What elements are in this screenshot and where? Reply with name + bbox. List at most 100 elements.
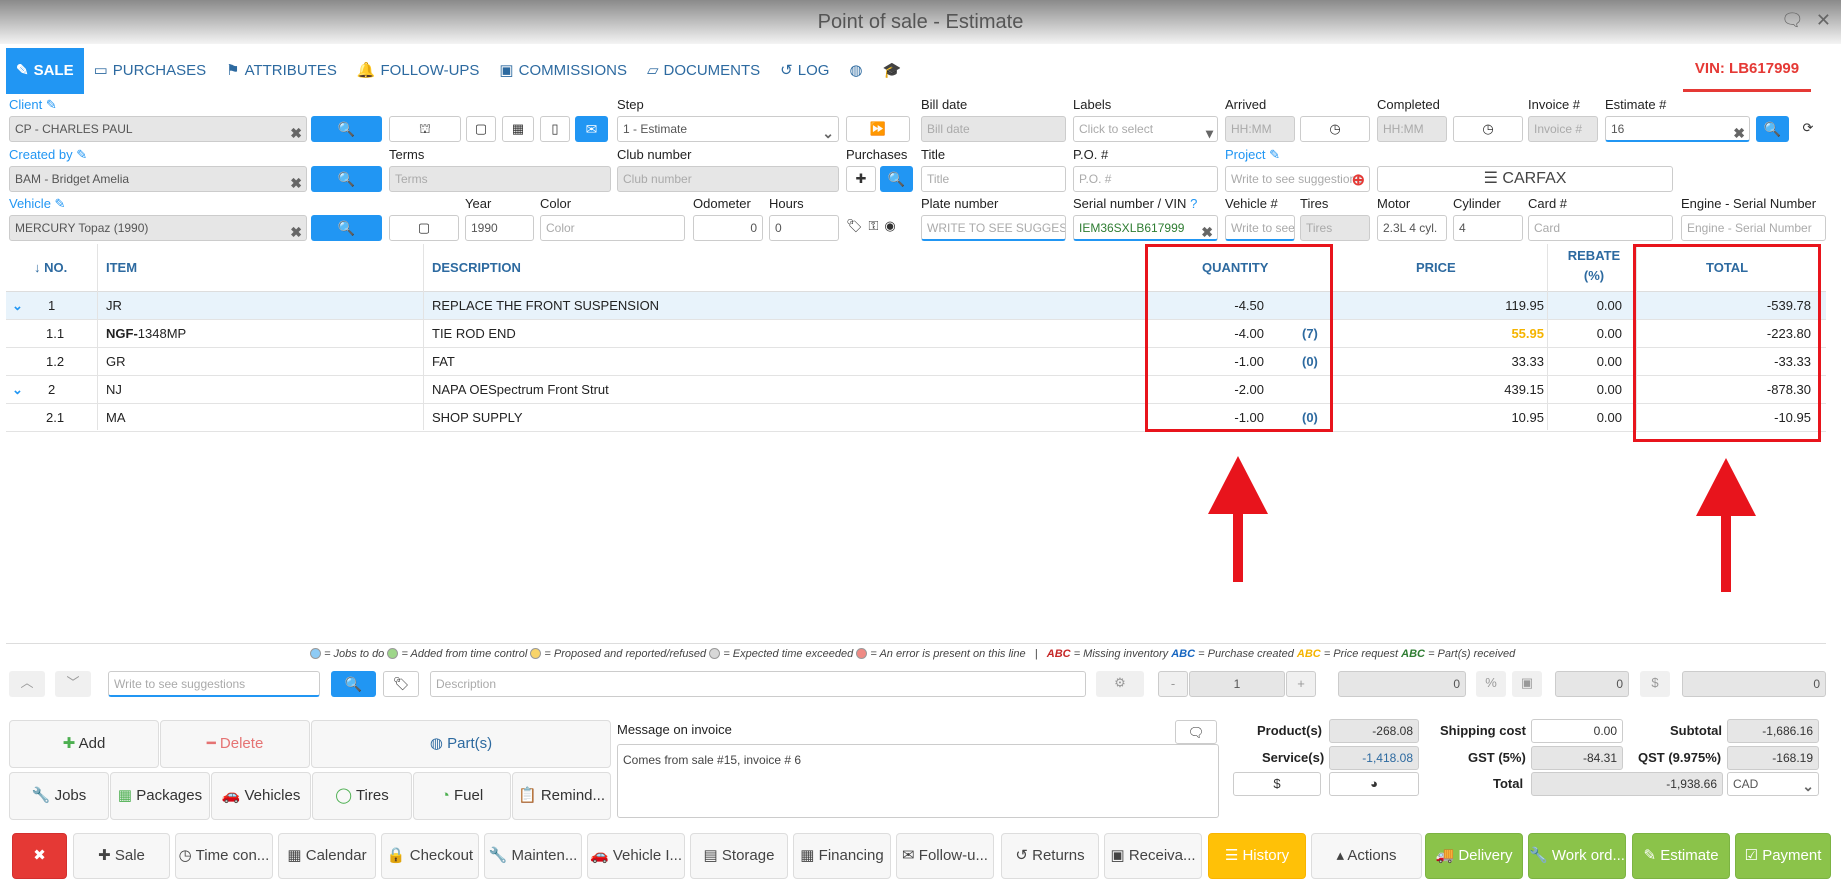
vehicles-button[interactable]: 🚗 Vehicles bbox=[211, 772, 311, 820]
eye-icon[interactable]: ◉ bbox=[884, 218, 895, 234]
sale-button[interactable]: ✚ Sale bbox=[73, 833, 170, 879]
binoculars-button[interactable]: ⛫ bbox=[389, 116, 461, 142]
estimate-button[interactable]: ✎ Estimate bbox=[1632, 833, 1730, 879]
packages-button[interactable]: ▦ Packages bbox=[110, 772, 210, 820]
client-search-button[interactable]: 🔍 bbox=[311, 116, 382, 142]
work-order-button[interactable]: 🔧 Work ord... bbox=[1528, 833, 1626, 879]
financing-button[interactable]: ▦ Financing bbox=[793, 833, 891, 879]
settings-button[interactable]: ⚙ bbox=[1096, 671, 1144, 697]
tab-attributes[interactable]: ⚑ ATTRIBUTES bbox=[216, 48, 347, 94]
clear-icon[interactable]: ✖ bbox=[290, 121, 302, 141]
created-by-label[interactable]: Created by ✎ bbox=[9, 147, 87, 163]
client-input[interactable]: CP - CHARLES PAUL ✖ bbox=[9, 116, 307, 142]
close-icon[interactable]: ✕ bbox=[1816, 10, 1831, 31]
money-button[interactable]: ▣ bbox=[1512, 671, 1542, 697]
plate-input[interactable]: WRITE TO SEE SUGGESTIONS bbox=[921, 215, 1066, 241]
vehicle-number-input[interactable]: Write to see bbox=[1225, 215, 1295, 241]
col-rebate[interactable]: REBATE (%) bbox=[1564, 248, 1624, 283]
tag-icon[interactable]: 🏷 bbox=[846, 218, 863, 234]
tab-follow-ups[interactable]: 🔔 FOLLOW-UPS bbox=[347, 48, 490, 94]
percent-button[interactable]: % bbox=[1476, 671, 1506, 697]
tab-documents[interactable]: ▱ DOCUMENTS bbox=[637, 48, 770, 94]
tires-button[interactable]: ◯ Tires bbox=[312, 772, 412, 820]
chevron-down-icon[interactable]: ⌄ bbox=[12, 298, 23, 314]
col-no[interactable]: ↓ NO. bbox=[34, 260, 67, 275]
tires-input[interactable]: Tires bbox=[1300, 215, 1370, 241]
vehicle-info-button[interactable]: 🚗 Vehicle I... bbox=[587, 833, 685, 879]
bill-date-input[interactable]: Bill date bbox=[921, 116, 1066, 142]
chat-icon[interactable]: 🗨 bbox=[1781, 10, 1804, 31]
dollar-button[interactable]: $ bbox=[1233, 772, 1321, 796]
delivery-button[interactable]: 🚚 Delivery bbox=[1425, 833, 1523, 879]
dollar-button[interactable]: $ bbox=[1640, 671, 1670, 697]
calendar-button[interactable]: ▦ Calendar bbox=[278, 833, 376, 879]
item-search-button[interactable]: 🔍 bbox=[331, 671, 376, 697]
col-price[interactable]: PRICE bbox=[1416, 260, 1456, 275]
clear-icon[interactable]: ✖ bbox=[290, 171, 302, 191]
clear-icon[interactable]: ✖ bbox=[1733, 121, 1745, 140]
estimate-input[interactable]: 16 ✖ bbox=[1605, 116, 1750, 142]
vehicle-search-button[interactable]: 🔍 bbox=[311, 215, 382, 241]
col-item[interactable]: ITEM bbox=[106, 260, 137, 275]
add-circle-icon[interactable]: ⊕ bbox=[1352, 169, 1365, 191]
email-button[interactable]: ✉ bbox=[575, 116, 608, 142]
labels-select[interactable]: Click to select ▾ bbox=[1073, 116, 1218, 142]
key-icon[interactable]: ⚿ bbox=[869, 218, 879, 234]
price-input[interactable]: 0 bbox=[1338, 671, 1466, 697]
step-select[interactable]: 1 - Estimate ⌄ bbox=[617, 116, 839, 142]
clear-icon[interactable]: ✖ bbox=[1201, 220, 1213, 239]
purchases-add-button[interactable]: ✚ bbox=[846, 166, 876, 192]
payment-button[interactable]: ☑ Payment bbox=[1735, 833, 1831, 879]
arrived-clock-button[interactable]: ◷ bbox=[1300, 116, 1370, 142]
delete-button[interactable]: ━ Delete bbox=[160, 720, 310, 768]
actions-button[interactable]: ▴ Actions bbox=[1311, 833, 1422, 879]
returns-button[interactable]: ↺ Returns bbox=[1001, 833, 1099, 879]
calendar-button[interactable]: ▦ bbox=[502, 116, 534, 142]
year-input[interactable]: 1990 bbox=[465, 215, 534, 241]
refresh-button[interactable]: ⟳ bbox=[1794, 116, 1822, 142]
cylinder-input[interactable]: 4 bbox=[1453, 215, 1523, 241]
title-input[interactable]: Title bbox=[921, 166, 1066, 192]
reminders-button[interactable]: 📋 Remind... bbox=[512, 772, 611, 820]
time-control-button[interactable]: ◷ Time con... bbox=[175, 833, 273, 879]
move-up-button[interactable]: ︿ bbox=[9, 671, 45, 697]
table-row[interactable]: ⌄ 2 NJ NAPA OESpectrum Front Strut -2.00 439.… bbox=[6, 376, 1826, 404]
vehicle-input[interactable]: MERCURY Topaz (1990) ✖ bbox=[9, 215, 307, 241]
project-input[interactable]: Write to see suggestions ⊕ bbox=[1225, 166, 1370, 192]
estimate-search-button[interactable]: 🔍 bbox=[1756, 116, 1789, 142]
created-by-input[interactable]: BAM - Bridget Amelia ✖ bbox=[9, 166, 307, 192]
tab-commissions[interactable]: ▣ COMMISSIONS bbox=[489, 48, 637, 94]
clear-icon[interactable]: ✖ bbox=[290, 220, 302, 240]
mobile-button[interactable]: ▯ bbox=[540, 116, 570, 142]
item-suggest-input[interactable]: Write to see suggestions bbox=[108, 671, 320, 697]
help-icon[interactable]: ? bbox=[1190, 196, 1197, 211]
shipping-input[interactable]: 0.00 bbox=[1531, 719, 1623, 743]
description-input[interactable]: Description bbox=[430, 671, 1086, 697]
purchases-search-button[interactable]: 🔍 bbox=[880, 166, 913, 192]
client-label[interactable]: Client ✎ bbox=[9, 97, 57, 113]
storage-button[interactable]: ▤ Storage bbox=[690, 833, 788, 879]
engine-input[interactable]: Engine - Serial Number bbox=[1681, 215, 1826, 241]
pie-chart-button[interactable]: ◕ bbox=[1329, 772, 1419, 796]
card-input[interactable]: Card bbox=[1528, 215, 1673, 241]
tab-log[interactable]: ↺ LOG bbox=[770, 48, 839, 94]
jobs-button[interactable]: 🔧 Jobs bbox=[9, 772, 109, 820]
total-input[interactable]: 0 bbox=[1682, 671, 1826, 697]
receivables-button[interactable]: ▣ Receiva... bbox=[1104, 833, 1202, 879]
comment-button[interactable]: 🗨 bbox=[1175, 720, 1217, 744]
qty-minus-button[interactable]: - bbox=[1158, 671, 1188, 697]
tab-globe[interactable]: ◍ bbox=[839, 48, 872, 94]
vehicle-note-button[interactable]: ▢ bbox=[389, 215, 459, 241]
arrived-input[interactable]: HH:MM bbox=[1225, 116, 1295, 142]
follow-up-button[interactable]: ✉ Follow-u... bbox=[896, 833, 994, 879]
checkout-button[interactable]: 🔒 Checkout bbox=[381, 833, 479, 879]
completed-input[interactable]: HH:MM bbox=[1377, 116, 1447, 142]
parts-button[interactable]: ◍ Part(s) bbox=[311, 720, 611, 768]
created-by-search-button[interactable]: 🔍 bbox=[311, 166, 382, 192]
serial-input[interactable]: IEM36SXLB617999 ✖ bbox=[1073, 215, 1218, 241]
po-input[interactable]: P.O. # bbox=[1073, 166, 1218, 192]
maintenance-button[interactable]: 🔧 Mainten... bbox=[484, 833, 582, 879]
invoice-input[interactable]: Invoice # bbox=[1528, 116, 1598, 142]
table-row[interactable]: 2.1 MA SHOP SUPPLY -1.00 (0) 10.95 0.00 -10.95 bbox=[6, 404, 1826, 432]
rebate-input[interactable]: 0 bbox=[1555, 671, 1629, 697]
